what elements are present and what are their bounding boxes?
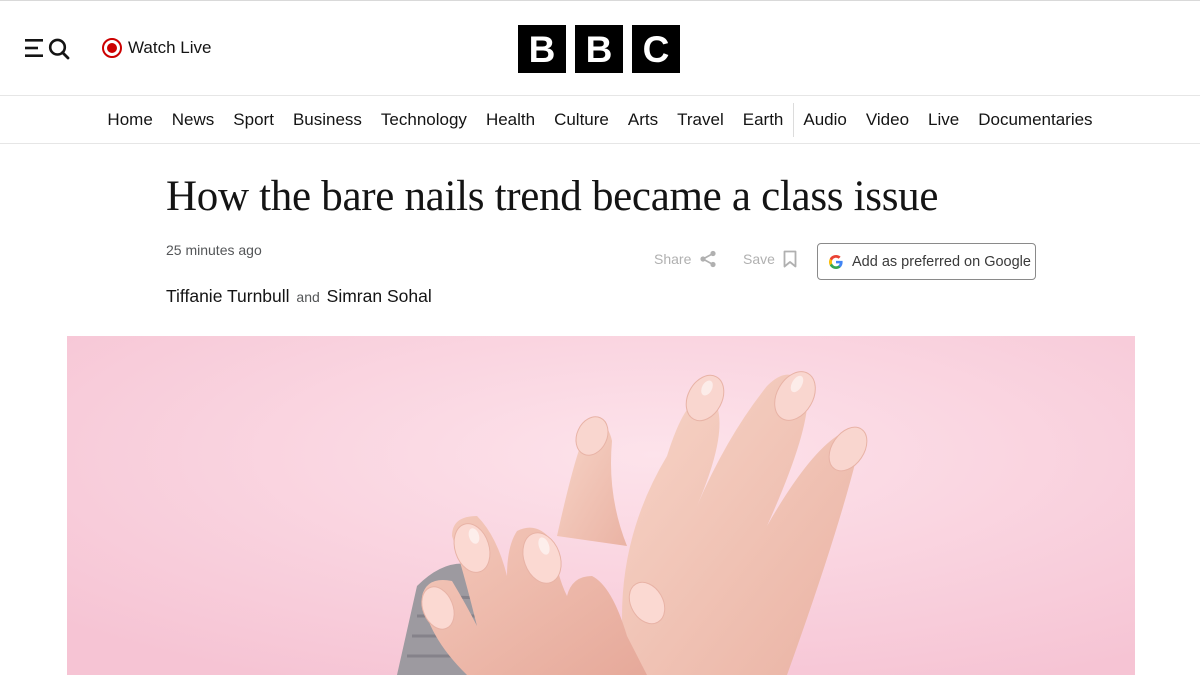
nav-item-travel[interactable]: Travel	[668, 110, 734, 130]
top-header: Watch Live B B C	[0, 0, 1200, 96]
logo-letter-c: C	[632, 25, 680, 73]
nav-item-technology[interactable]: Technology	[371, 110, 476, 130]
nav-item-news[interactable]: News	[162, 110, 224, 130]
author-joiner: and	[296, 289, 320, 305]
nav-item-home[interactable]: Home	[98, 110, 162, 130]
google-g-icon	[829, 254, 843, 269]
nav-item-culture[interactable]: Culture	[545, 110, 619, 130]
google-button-label: Add as preferred on Google	[852, 253, 1031, 270]
article-headline: How the bare nails trend became a class …	[166, 173, 939, 220]
author-name[interactable]: Tiffanie Turnbull	[166, 286, 290, 306]
nav-item-health[interactable]: Health	[476, 110, 544, 130]
bbc-logo[interactable]: B B C	[518, 25, 680, 73]
nav-item-documentaries[interactable]: Documentaries	[969, 110, 1102, 130]
nav-item-video[interactable]: Video	[856, 110, 918, 130]
hero-image	[67, 336, 1135, 675]
menu-search-icon[interactable]	[24, 36, 72, 60]
live-record-icon	[102, 38, 122, 58]
nav-item-live[interactable]: Live	[919, 110, 969, 130]
nav-item-earth[interactable]: Earth	[733, 110, 793, 130]
article-timestamp: 25 minutes ago	[166, 242, 262, 258]
author-name[interactable]: Simran Sohal	[327, 286, 432, 306]
add-preferred-google-button[interactable]: Add as preferred on Google	[817, 243, 1036, 280]
logo-letter-b1: B	[518, 25, 566, 73]
share-label: Share	[654, 251, 692, 267]
watch-live-label: Watch Live	[128, 38, 212, 57]
share-icon	[700, 250, 716, 268]
main-nav: Home News Sport Business Technology Heal…	[0, 96, 1200, 144]
hands-nails-illustration	[67, 336, 1135, 675]
save-label: Save	[743, 251, 775, 267]
nav-item-audio[interactable]: Audio	[794, 110, 856, 130]
watch-live-link[interactable]: Watch Live	[102, 37, 211, 59]
share-button[interactable]: Share	[654, 250, 717, 268]
nav-item-business[interactable]: Business	[283, 110, 371, 130]
nav-item-sport[interactable]: Sport	[224, 110, 284, 130]
save-button[interactable]: Save	[743, 250, 797, 268]
bookmark-icon	[783, 250, 797, 268]
byline: Tiffanie Turnbull and Simran Sohal	[166, 286, 432, 307]
nav-item-arts[interactable]: Arts	[618, 110, 667, 130]
logo-letter-b2: B	[575, 25, 623, 73]
